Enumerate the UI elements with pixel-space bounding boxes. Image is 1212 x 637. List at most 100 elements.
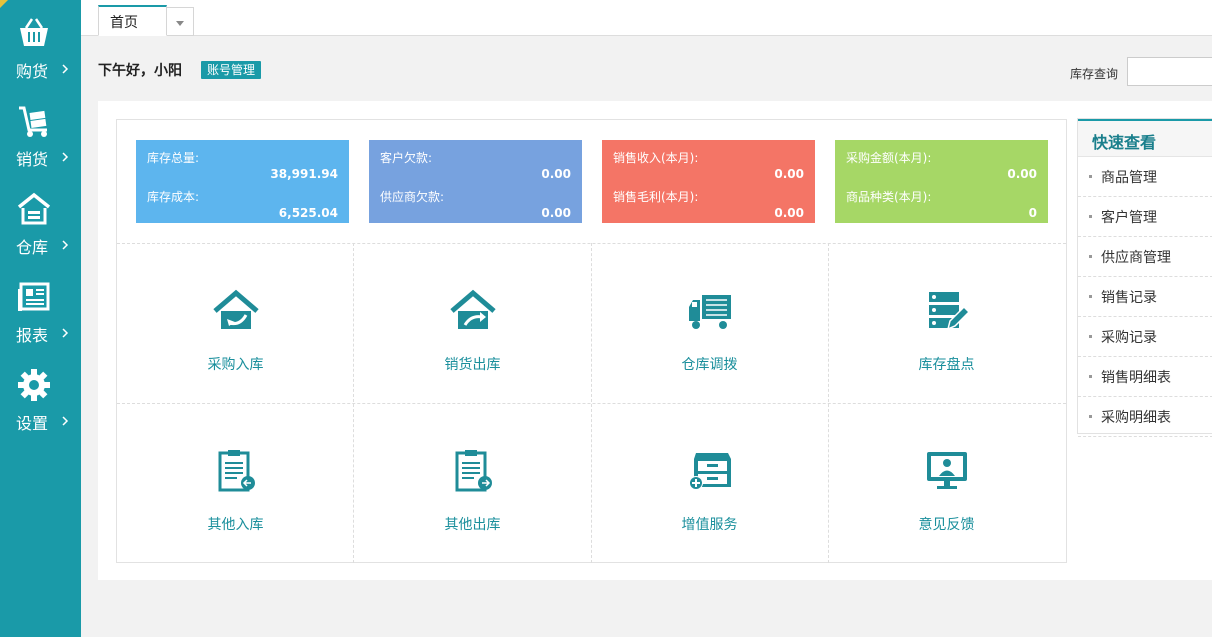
sidebar: 购货 销货 仓库 报表 设置 [0, 0, 81, 637]
tile-label: 意见反馈 [918, 517, 975, 533]
stat-label: 商品种类(本月): [846, 190, 932, 204]
quick-view-panel: 快速查看 商品管理 客户管理 供应商管理 销售记录 采购记录 销售明细表 采购明… [1077, 118, 1212, 437]
bullet-icon [1089, 295, 1092, 298]
bullet-icon [1089, 215, 1092, 218]
clipboard-in-icon [218, 450, 255, 492]
quick-link-label: 销售记录 [1101, 290, 1157, 306]
main-panel: 库存总量: 38,991.94 库存成本: 6,525.04 客户欠款: 0.0… [98, 101, 1212, 580]
stat-label: 库存成本: [147, 190, 200, 204]
quick-link-label: 采购记录 [1101, 330, 1157, 346]
monitor-user-icon [927, 452, 967, 489]
sidebar-item-label: 报表 [16, 326, 49, 345]
quick-link-label: 销售明细表 [1101, 370, 1171, 386]
stat-value: 0.00 [1007, 167, 1037, 181]
tile-label: 其他出库 [444, 517, 501, 533]
tile-label: 仓库调拨 [681, 357, 738, 373]
stat-value: 6,525.04 [278, 206, 338, 220]
stat-box-debts: 客户欠款: 0.00 供应商欠款: 0.00 [369, 140, 582, 223]
tile-label: 增值服务 [681, 517, 738, 533]
house-outbound-icon [450, 289, 496, 329]
stat-box-inventory: 库存总量: 38,991.94 库存成本: 6,525.04 [136, 140, 349, 223]
stat-value: 0.00 [541, 167, 571, 181]
tab-home[interactable]: 首页 [98, 5, 167, 36]
chevron-right-icon [62, 240, 69, 250]
quick-link-label: 采购明细表 [1101, 410, 1171, 426]
chevron-right-icon [62, 416, 69, 426]
stock-search-input[interactable] [1127, 57, 1212, 86]
gear-icon [18, 369, 50, 401]
stock-search-label: 库存查询 [1070, 67, 1119, 81]
sidebar-item-reports[interactable]: 报表 [0, 264, 81, 352]
bullet-icon [1089, 255, 1092, 258]
account-management-button[interactable]: 账号管理 [201, 61, 262, 79]
quick-link-purchase-details[interactable]: 采购明细表 [1078, 397, 1212, 437]
quick-view-header: 快速查看 [1078, 119, 1212, 157]
warehouse-icon [17, 192, 51, 225]
tile-label: 销货出库 [444, 357, 501, 373]
stat-value: 0 [1028, 206, 1037, 220]
sidebar-item-label: 设置 [16, 414, 49, 433]
sidebar-item-label: 仓库 [16, 238, 49, 257]
truck-icon [689, 295, 731, 329]
tile-purchase-inbound[interactable]: 采购入库 [117, 243, 354, 403]
sidebar-item-label: 购货 [16, 62, 49, 81]
server-edit-icon [929, 292, 970, 331]
stat-label: 销售收入(本月): [613, 151, 699, 165]
stat-label: 客户欠款: [380, 151, 433, 165]
cabinet-plus-icon [689, 453, 731, 490]
sidebar-item-settings[interactable]: 设置 [0, 352, 81, 440]
quick-link-product-management[interactable]: 商品管理 [1078, 157, 1212, 197]
chevron-right-icon [62, 152, 69, 162]
report-icon [18, 282, 50, 311]
tile-label: 采购入库 [207, 357, 264, 373]
stat-label: 销售毛利(本月): [613, 190, 699, 204]
quick-view-title: 快速查看 [1092, 133, 1157, 152]
tile-label: 库存盘点 [918, 357, 975, 373]
tile-value-added-services[interactable]: 增值服务 [591, 403, 828, 563]
tab-home-label: 首页 [110, 15, 138, 31]
quick-link-customer-management[interactable]: 客户管理 [1078, 197, 1212, 237]
clipboard-out-icon [455, 450, 492, 492]
sidebar-item-label: 销货 [16, 150, 49, 169]
stat-value: 38,991.94 [270, 167, 338, 181]
hand-truck-icon [19, 106, 47, 137]
stat-label: 供应商欠款: [380, 190, 445, 204]
bullet-icon [1089, 375, 1092, 378]
bullet-icon [1089, 335, 1092, 338]
stat-value: 0.00 [541, 206, 571, 220]
quick-link-label: 商品管理 [1101, 170, 1157, 186]
basket-icon [20, 18, 48, 46]
sidebar-item-sales[interactable]: 销货 [0, 88, 81, 176]
quick-link-label: 客户管理 [1101, 210, 1157, 226]
tab-dropdown-button[interactable] [167, 7, 194, 36]
tile-other-outbound[interactable]: 其他出库 [354, 403, 591, 563]
tile-other-inbound[interactable]: 其他入库 [117, 403, 354, 563]
quick-link-sales-records[interactable]: 销售记录 [1078, 277, 1212, 317]
tile-feedback[interactable]: 意见反馈 [828, 403, 1065, 563]
quick-link-supplier-management[interactable]: 供应商管理 [1078, 237, 1212, 277]
bullet-icon [1089, 415, 1092, 418]
sidebar-item-warehouse[interactable]: 仓库 [0, 176, 81, 264]
tile-sales-outbound[interactable]: 销货出库 [354, 243, 591, 403]
tab-bar: 首页 [81, 0, 1212, 36]
stat-box-sales: 销售收入(本月): 0.00 销售毛利(本月): 0.00 [602, 140, 815, 223]
caret-down-icon [176, 21, 184, 26]
tile-warehouse-transfer[interactable]: 仓库调拨 [591, 243, 828, 403]
bullet-icon [1089, 175, 1092, 178]
quick-link-label: 供应商管理 [1101, 250, 1171, 266]
quick-link-purchase-records[interactable]: 采购记录 [1078, 317, 1212, 357]
stat-box-purchase: 采购金额(本月): 0.00 商品种类(本月): 0 [835, 140, 1048, 223]
stat-label: 采购金额(本月): [846, 151, 932, 165]
chevron-right-icon [62, 64, 69, 74]
stat-label: 库存总量: [147, 151, 200, 165]
chevron-right-icon [62, 328, 69, 338]
tile-label: 其他入库 [207, 517, 264, 533]
stat-value: 0.00 [774, 206, 804, 220]
house-inbound-icon [213, 289, 259, 329]
greeting-text: 下午好，小阳 [98, 63, 182, 79]
tile-stock-count[interactable]: 库存盘点 [828, 243, 1065, 403]
dashboard: 库存总量: 38,991.94 库存成本: 6,525.04 客户欠款: 0.0… [116, 119, 1067, 563]
sidebar-item-purchase[interactable]: 购货 [0, 0, 81, 88]
stat-value: 0.00 [774, 167, 804, 181]
quick-link-sales-details[interactable]: 销售明细表 [1078, 357, 1212, 397]
